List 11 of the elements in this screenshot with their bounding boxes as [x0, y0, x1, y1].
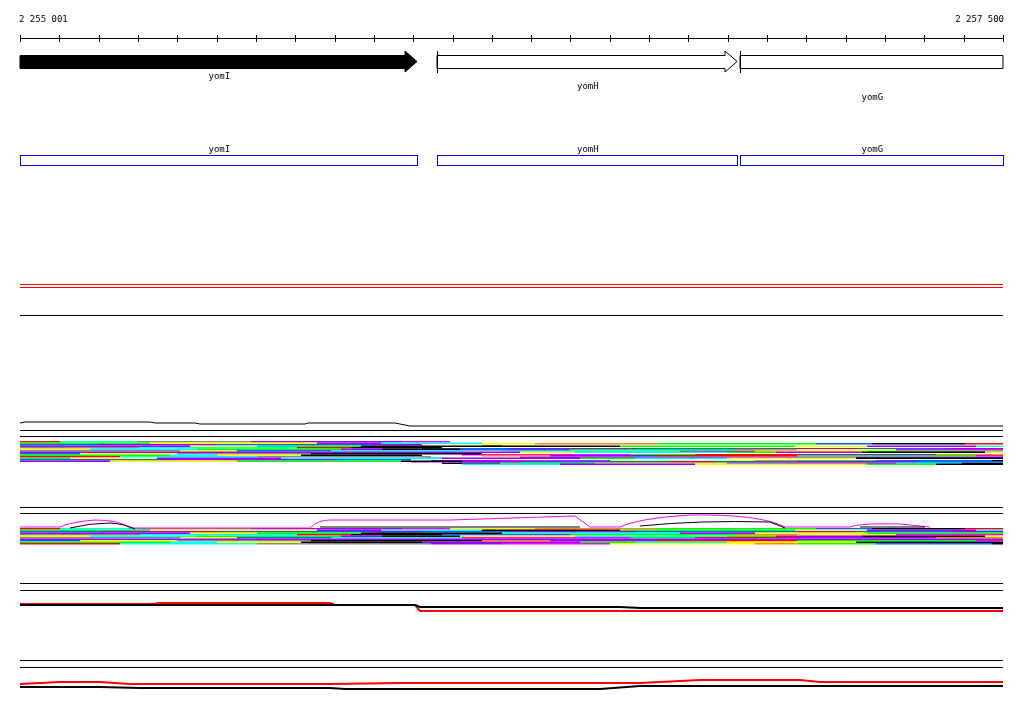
gene-label: yomI [208, 71, 231, 81]
annotation-bar[interactable] [20, 155, 418, 166]
annotation-bar[interactable] [740, 155, 1004, 166]
gene-label: yomH [577, 81, 599, 91]
gene-label: yomG [861, 92, 884, 102]
ruler-start-label: 2 255 001 [19, 13, 68, 26]
annotation-bar[interactable] [437, 155, 738, 166]
annotation-label: yomH [577, 144, 599, 154]
annotation-label: yomG [861, 144, 884, 154]
ruler-end-label: 2 257 500 [955, 13, 1004, 26]
annotation-label: yomI [208, 144, 231, 154]
